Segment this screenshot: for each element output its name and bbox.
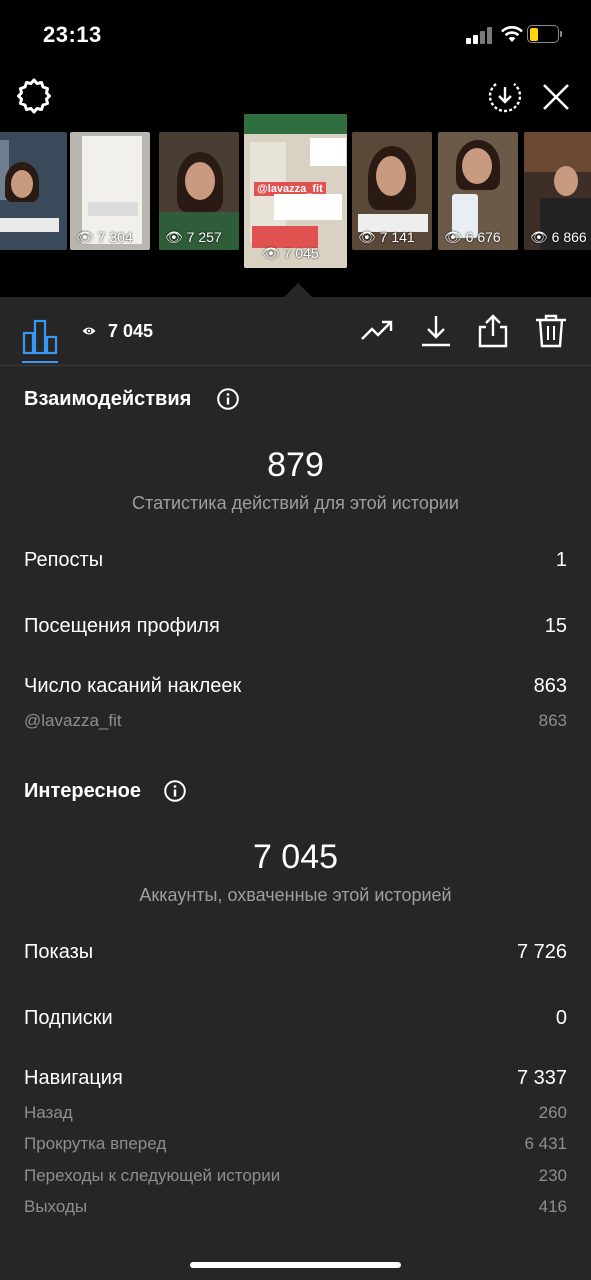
trash-icon[interactable] (534, 313, 568, 349)
insights-toolbar: 7 045 (0, 297, 591, 366)
stat-value: 7 726 (516, 941, 567, 963)
interactions-total: 879 (267, 446, 324, 484)
info-icon[interactable] (217, 388, 239, 410)
story-view-count: 7 045 (108, 321, 154, 341)
wifi-icon (501, 26, 523, 42)
cellular-signal-icon (466, 27, 494, 44)
stat-label: Репосты (24, 549, 104, 571)
settings-gear-icon[interactable] (16, 78, 52, 114)
share-icon[interactable] (476, 313, 510, 349)
story-thumbnail-views: 👁︎ 7 045 (262, 245, 319, 261)
close-icon[interactable] (539, 80, 573, 114)
stat-subvalue: 260 (538, 1103, 567, 1122)
stat-value: 15 (544, 615, 567, 637)
story-thumbnail[interactable]: 👁︎ 6 866 (524, 132, 591, 250)
eye-icon (82, 327, 96, 335)
stat-label: Число касаний наклеек (24, 675, 242, 697)
stat-subvalue: 6 431 (524, 1134, 567, 1153)
status-bar: 23:13 (0, 0, 591, 70)
trending-up-icon[interactable] (360, 313, 394, 349)
stat-value: 7 337 (516, 1067, 567, 1089)
story-thumbnail-views: 👁︎ 6 676 (444, 229, 501, 245)
story-thumbnail[interactable]: 👁︎ 7 304 (70, 132, 150, 250)
stat-sublabel: Назад (24, 1103, 73, 1122)
stat-subvalue: 416 (538, 1197, 567, 1216)
discovery-caption: Аккаунты, охваченные этой историей (139, 885, 452, 905)
stat-label: Показы (24, 941, 94, 963)
discovery-total: 7 045 (252, 838, 339, 876)
info-icon[interactable] (164, 780, 186, 802)
stat-value: 863 (533, 675, 567, 697)
stat-label: Подписки (24, 1007, 113, 1029)
stat-value: 0 (555, 1007, 567, 1029)
home-indicator[interactable] (190, 1262, 401, 1268)
stat-sublabel: Переходы к следующей истории (24, 1166, 281, 1185)
story-thumbnail-views: 👁︎ 7 141 (358, 229, 415, 245)
stat-label: Посещения профиля (24, 615, 220, 637)
story-thumbnail-views: 👁︎ 6 866 (530, 229, 587, 245)
story-thumbnail[interactable]: 👁︎ 7 257 (159, 132, 239, 250)
story-thumbnail[interactable]: 👁︎ 6 676 (438, 132, 518, 250)
selected-story-pointer (284, 283, 312, 297)
interactions-heading: Взаимодействия (24, 388, 192, 410)
bar-chart-icon[interactable] (22, 313, 58, 365)
story-thumbnails-strip: 👁︎ 7 304 👁︎ 7 257 @lavazza_fit 👁︎ 7 045 … (0, 114, 591, 274)
stat-sublabel: @lavazza_fit (24, 711, 122, 730)
stat-label: Навигация (24, 1067, 123, 1089)
battery-icon (527, 25, 563, 43)
active-tab-indicator (22, 361, 58, 363)
stat-sublabel: Выходы (24, 1197, 88, 1216)
stat-subvalue: 230 (538, 1166, 567, 1185)
stat-sublabel: Прокрутка вперед (24, 1134, 167, 1153)
story-thumbnail-views: 👁︎ 7 304 (76, 229, 133, 245)
story-thumbnail-views: 👁︎ 7 257 (165, 229, 222, 245)
download-icon[interactable] (419, 313, 453, 349)
status-time: 23:13 (43, 22, 102, 47)
save-story-icon[interactable] (486, 78, 524, 116)
stat-subvalue: 863 (538, 711, 567, 730)
story-thumbnail-selected[interactable]: @lavazza_fit 👁︎ 7 045 (244, 114, 347, 268)
discovery-heading: Интересное (24, 780, 141, 802)
stat-value: 1 (555, 549, 567, 571)
insights-panel: 7 045 Взаимодействия 879 Статистика дейс… (0, 297, 591, 1280)
story-thumbnail[interactable] (0, 132, 67, 250)
story-thumbnail[interactable]: 👁︎ 7 141 (352, 132, 432, 250)
interactions-caption: Статистика действий для этой истории (132, 493, 459, 513)
